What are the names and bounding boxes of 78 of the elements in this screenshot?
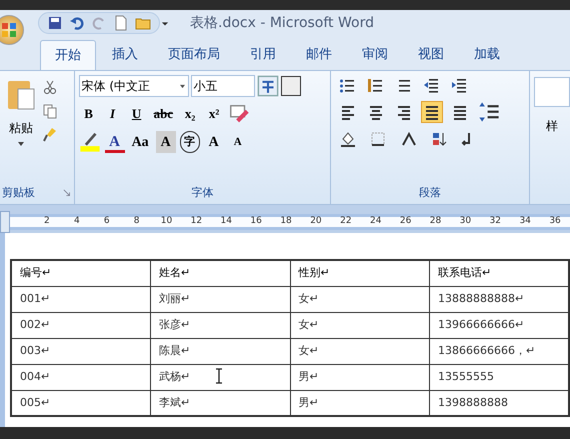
group-label: 段落 [419, 184, 442, 201]
ribbon-tab[interactable]: 开始 [40, 40, 96, 70]
caret-icon [17, 141, 25, 147]
ribbon-tab[interactable]: 页面布局 [154, 40, 234, 70]
font-name-field[interactable]: 宋体 (中文正 [78, 75, 189, 97]
group-label: 剪贴板 [2, 184, 35, 201]
highlighter-icon[interactable] [78, 131, 101, 153]
clear-formatting-icon[interactable] [228, 103, 250, 125]
office-button[interactable] [0, 15, 24, 45]
table-cell: 武杨↵ [150, 364, 290, 390]
undo-icon[interactable] [69, 15, 85, 31]
ruler-number: 8 [132, 215, 140, 228]
ruler-number: 28 [428, 215, 442, 228]
ribbon-tab[interactable]: 视图 [404, 40, 458, 70]
table-cell: 003↵ [11, 338, 150, 364]
ruler-number: 30 [458, 215, 472, 228]
ruler-number: 10 [160, 215, 174, 228]
character-shading-button[interactable]: A [156, 131, 176, 153]
ruler-number: 22 [339, 215, 353, 228]
caret-icon [178, 84, 186, 88]
format-painter-icon[interactable] [42, 127, 58, 143]
office-logo-icon [2, 23, 16, 37]
table-cell: 002↵ [11, 312, 150, 338]
justify-icon[interactable] [421, 101, 444, 123]
font-size-field[interactable]: 小五 [190, 75, 255, 97]
column-header: 姓名↵ [150, 260, 290, 286]
window-title: 表格.docx - Microsoft Word [190, 14, 374, 32]
table-cell: 陈晨↵ [150, 338, 290, 364]
ruler-number: 14 [220, 215, 233, 228]
shrink-font-button[interactable]: A [228, 131, 248, 153]
text-cursor-icon [215, 368, 223, 384]
scissors-icon[interactable] [42, 79, 58, 95]
ruler-number: 16 [249, 215, 263, 228]
group-label: 字体 [191, 184, 214, 201]
ruler-number: 20 [309, 215, 323, 228]
table-cell: 004↵ [11, 364, 150, 390]
ribbon-tab[interactable]: 审阅 [348, 40, 402, 70]
table-cell: 女↵ [290, 286, 430, 312]
table-cell: 刘丽↵ [150, 286, 290, 312]
column-header: 编号↵ [11, 260, 150, 286]
phonetic-guide-icon[interactable] [256, 75, 279, 97]
ruler-number: 6 [102, 215, 111, 228]
format-button[interactable]: x² [204, 103, 224, 125]
ruler-number: 2 [43, 215, 51, 228]
format-button[interactable]: U [126, 103, 147, 125]
ruler-number: 4 [72, 215, 81, 228]
format-button[interactable]: B [78, 103, 99, 125]
column-header: 性别↵ [290, 260, 430, 286]
ruler-number: 26 [398, 215, 412, 228]
table-cell: 女↵ [290, 338, 430, 364]
format-button[interactable]: abc [150, 103, 176, 125]
table-cell: 001↵ [11, 286, 150, 312]
format-button[interactable]: x₂ [180, 103, 200, 125]
ruler-number: 36 [548, 215, 562, 228]
format-button[interactable]: I [102, 103, 123, 125]
new-document-icon[interactable] [113, 15, 129, 31]
copy-icon[interactable] [42, 103, 58, 119]
ruler-number: 12 [190, 215, 204, 228]
styles-label[interactable]: 样 [546, 117, 558, 135]
save-icon[interactable] [47, 15, 63, 31]
ruler-number: 32 [488, 215, 502, 228]
dialog-launcher-icon[interactable] [62, 188, 72, 198]
enclose-characters-button[interactable]: 字 [180, 131, 200, 153]
ruler-number: 24 [368, 215, 382, 228]
line-spacing-icon[interactable] [477, 101, 502, 123]
ruler-number: 18 [279, 215, 293, 228]
ruler-number: 34 [518, 215, 532, 228]
table-cell: 张彦↵ [150, 312, 290, 338]
table-cell: 女↵ [290, 312, 430, 338]
change-case-button[interactable]: Aa [128, 131, 152, 153]
ribbon-tab[interactable]: 插入 [98, 40, 152, 70]
ribbon-tab[interactable]: 加载 [460, 40, 514, 70]
font-color-button[interactable]: A [104, 131, 125, 153]
ribbon-tab[interactable]: 引用 [236, 40, 290, 70]
table-cell: 男↵ [290, 364, 430, 390]
paste-button[interactable]: 粘贴 [0, 77, 42, 182]
ribbon-tab[interactable]: 邮件 [292, 40, 346, 70]
grow-font-button[interactable]: A [204, 131, 224, 153]
